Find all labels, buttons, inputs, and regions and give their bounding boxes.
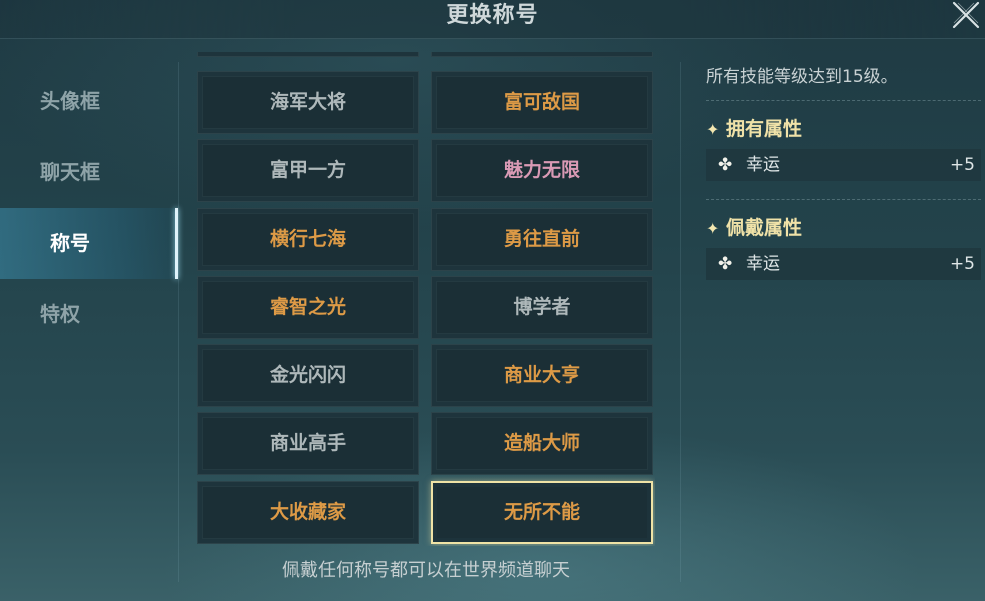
category-sidebar: 头像框 聊天框 称号 特权: [0, 66, 178, 350]
dashed-divider: [706, 199, 981, 200]
worn-attributes-heading: ✦ 佩戴属性: [706, 208, 981, 248]
sidebar-item-label: 称号: [50, 231, 90, 255]
title-label: 商业高手: [269, 432, 346, 454]
title-card[interactable]: 魅力无限: [431, 139, 653, 202]
attribute-name: 幸运: [746, 155, 780, 175]
title-card[interactable]: 勇往直前: [431, 208, 653, 271]
sidebar-item-title[interactable]: 称号: [0, 208, 178, 279]
titles-grid: 海军大将 富可敌国 富甲一方 魅力无限 横行七海 勇往直前 睿智之光 博学者 金…: [197, 52, 655, 546]
sidebar-item-label: 头像框: [40, 89, 100, 113]
title-card[interactable]: 海军大将: [197, 71, 419, 134]
sidebar-item-avatar-frame[interactable]: 头像框: [0, 66, 178, 137]
owned-attribute-row: ✤ 幸运 +5: [706, 149, 981, 181]
title-label: 金光闪闪: [269, 364, 346, 386]
clover-icon: ✤: [718, 155, 733, 175]
footer-note: 佩戴任何称号都可以在世界频道聊天: [282, 560, 570, 581]
title-card[interactable]: 金光闪闪: [197, 344, 419, 407]
dashed-divider: [706, 100, 981, 101]
dialog-header: 更换称号: [0, 0, 985, 39]
attribute-name: 幸运: [746, 254, 780, 274]
title-card[interactable]: 造船大师: [431, 412, 653, 475]
title-label: 造船大师: [503, 432, 580, 454]
title-card-selected[interactable]: 无所不能: [431, 481, 653, 544]
title-card[interactable]: 富甲一方: [197, 139, 419, 202]
title-label: 富可敌国: [503, 91, 580, 113]
sidebar-item-chat-frame[interactable]: 聊天框: [0, 137, 178, 208]
section-heading-label: 拥有属性: [726, 118, 803, 140]
title-label: 无所不能: [503, 501, 580, 523]
section-heading-label: 佩戴属性: [726, 217, 803, 239]
title-detail-panel: 所有技能等级达到15级。 ✦ 拥有属性 ✤ 幸运 +5 ✦ 佩戴属性 ✤ 幸运 +5: [706, 62, 981, 280]
title-card[interactable]: 睿智之光: [197, 276, 419, 339]
worn-attribute-row: ✤ 幸运 +5: [706, 248, 981, 280]
panel-divider: [680, 62, 681, 582]
title-card[interactable]: 博学者: [431, 276, 653, 339]
title-card[interactable]: 横行七海: [197, 208, 419, 271]
close-x-icon: [952, 1, 980, 29]
title-card-partial[interactable]: [431, 52, 653, 57]
title-card[interactable]: 商业大亨: [431, 344, 653, 407]
title-card[interactable]: 大收藏家: [197, 481, 419, 544]
sidebar-item-label: 特权: [40, 302, 80, 326]
sidebar-item-label: 聊天框: [40, 160, 100, 184]
sparkle-star-icon: ✦: [706, 219, 720, 238]
title-card[interactable]: 商业高手: [197, 412, 419, 475]
title-label: 勇往直前: [503, 228, 580, 250]
attribute-value: +5: [949, 155, 975, 175]
title-label: 富甲一方: [269, 159, 346, 181]
title-card[interactable]: 富可敌国: [431, 71, 653, 134]
close-button[interactable]: [949, 0, 983, 32]
sidebar-divider: [178, 62, 179, 582]
title-label: 横行七海: [269, 228, 346, 250]
sidebar-item-privilege[interactable]: 特权: [0, 279, 178, 350]
title-label: 睿智之光: [269, 296, 346, 318]
sparkle-star-icon: ✦: [706, 120, 720, 139]
owned-attributes-heading: ✦ 拥有属性: [706, 109, 981, 149]
requirement-text: 所有技能等级达到15级。: [706, 67, 898, 87]
title-label: 海军大将: [269, 91, 346, 113]
title-label: 商业大亨: [503, 364, 580, 386]
title-label: 大收藏家: [269, 501, 346, 523]
dialog-title: 更换称号: [446, 3, 539, 28]
title-card-partial[interactable]: [197, 52, 419, 57]
clover-icon: ✤: [718, 254, 733, 274]
title-label: 魅力无限: [503, 159, 580, 181]
attribute-value: +5: [949, 254, 975, 274]
title-label: 博学者: [513, 296, 571, 318]
